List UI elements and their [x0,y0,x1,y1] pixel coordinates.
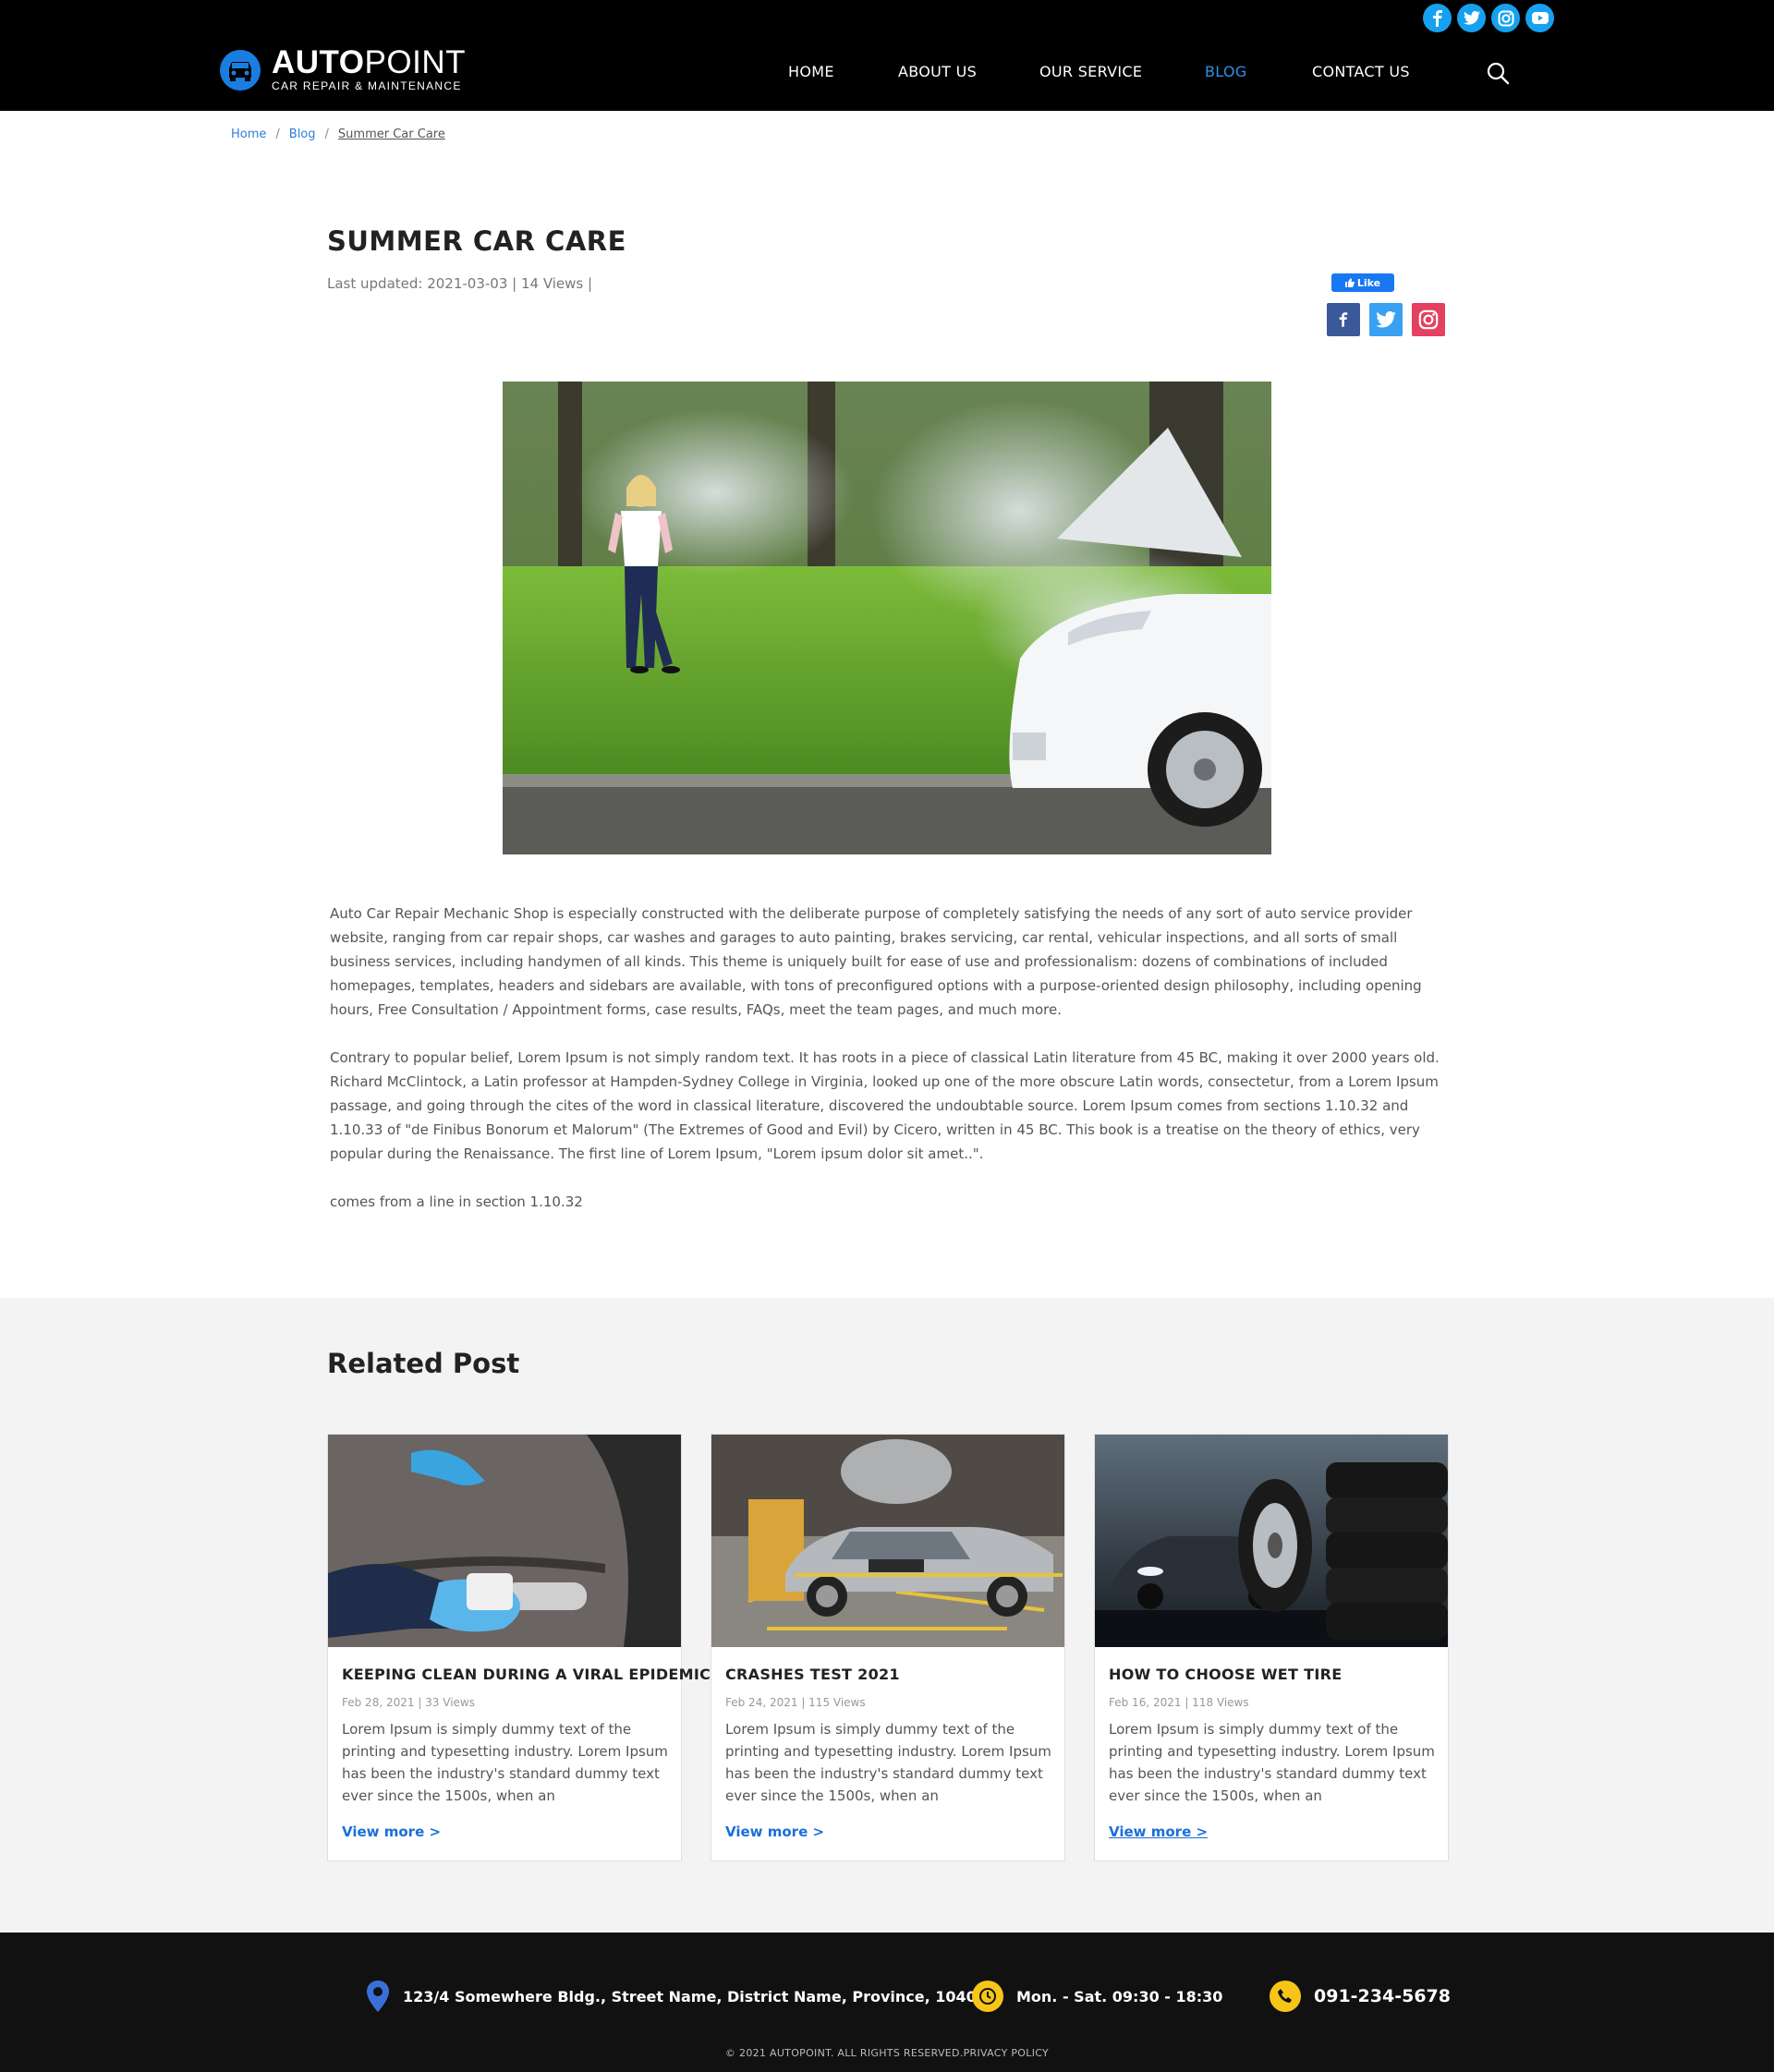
brand-tagline: CAR REPAIR & MAINTENANCE [272,79,462,92]
breadcrumb-blog[interactable]: Blog [289,127,316,141]
related-posts-section: Related Post KEEPING CLEAN DURING A VIRA… [0,1298,1774,1933]
article-paragraph: Contrary to popular belief, Lorem Ipsum … [330,1049,1440,1162]
thumbs-up-icon [1344,278,1355,287]
breadcrumb-current: Summer Car Care [337,127,445,141]
related-post-meta: Feb 16, 2021 | 118 Views [1109,1696,1249,1709]
article-paragraph: comes from a line in section 1.10.32 [330,1194,583,1210]
related-post-title[interactable]: KEEPING CLEAN DURING A VIRAL EPIDEMIC [342,1666,711,1683]
share-buttons [1327,303,1445,336]
phone-icon [1270,1981,1301,2012]
related-post-meta: Feb 24, 2021 | 115 Views [725,1696,866,1709]
related-post-excerpt: Lorem Ipsum is simply dummy text of the … [1109,1721,1435,1804]
related-post-meta: Feb 28, 2021 | 33 Views [342,1696,475,1709]
like-label: Like [1356,276,1381,289]
related-posts-title: Related Post [327,1348,520,1379]
related-post-excerpt: Lorem Ipsum is simply dummy text of the … [342,1721,668,1804]
car-logo-icon [220,50,261,91]
related-post-image [1095,1435,1448,1647]
nav-home[interactable]: HOME [788,63,834,80]
facebook-like-button[interactable]: Like [1331,273,1394,292]
related-post-title[interactable]: CRASHES TEST 2021 [725,1666,900,1683]
breadcrumb-separator: / [324,127,329,141]
instagram-icon[interactable] [1491,4,1520,32]
article-meta: Last updated: 2021-03-03 | 14 Views | [327,275,593,292]
breadcrumb: Home / Blog / Summer Car Care [231,127,445,141]
copyright-text: © 2021 AUTOPOINT. ALL RIGHTS RESERVED.PR… [724,2047,1050,2059]
breadcrumb-separator: / [275,127,280,141]
site-header: AUTOPOINT CAR REPAIR & MAINTENANCE HOME … [0,0,1774,111]
view-more-link[interactable]: View more > [1109,1824,1208,1840]
related-post-card[interactable]: HOW TO CHOOSE WET TIRE Feb 16, 2021 | 11… [1094,1434,1449,1861]
nav-blog[interactable]: BLOG [1205,63,1247,80]
footer-address: 123/4 Somewhere Bldg., Street Name, Dist… [366,1981,987,2012]
footer-hours: Mon. - Sat. 09:30 - 18:30 [972,1981,1222,2012]
site-footer: 123/4 Somewhere Bldg., Street Name, Dist… [0,1933,1774,2072]
nav-contact-us[interactable]: CONTACT US [1312,63,1410,80]
article-paragraph: Auto Car Repair Mechanic Shop is especia… [330,905,1422,1018]
view-more-link[interactable]: View more > [342,1824,441,1840]
article-title: SUMMER CAR CARE [327,225,626,257]
twitter-icon[interactable] [1457,4,1486,32]
article-body: Auto Car Repair Mechanic Shop is especia… [330,902,1450,1238]
related-post-image [711,1435,1064,1647]
site-logo[interactable]: AUTOPOINT CAR REPAIR & MAINTENANCE [220,44,466,92]
nav-our-service[interactable]: OUR SERVICE [1039,63,1142,80]
phone-text: 091-234-5678 [1314,1986,1451,2006]
share-facebook-icon[interactable] [1327,303,1360,336]
address-text: 123/4 Somewhere Bldg., Street Name, Dist… [403,1987,987,2005]
view-more-link[interactable]: View more > [725,1824,824,1840]
facebook-icon[interactable] [1423,4,1452,32]
related-post-card[interactable]: CRASHES TEST 2021 Feb 24, 2021 | 115 Vie… [711,1434,1065,1861]
search-icon[interactable] [1486,61,1510,85]
share-instagram-icon[interactable] [1412,303,1445,336]
breadcrumb-home[interactable]: Home [231,127,266,141]
related-post-card[interactable]: KEEPING CLEAN DURING A VIRAL EPIDEMIC Fe… [327,1434,711,1861]
header-social [1423,4,1554,32]
clock-icon [972,1981,1003,2012]
youtube-icon[interactable] [1525,4,1554,32]
related-post-image [328,1435,681,1647]
hours-text: Mon. - Sat. 09:30 - 18:30 [1016,1987,1223,2005]
share-twitter-icon[interactable] [1369,303,1403,336]
brand-name: AUTOPOINT [272,44,466,80]
related-post-title[interactable]: HOW TO CHOOSE WET TIRE [1109,1666,1342,1683]
article-hero-image [503,382,1271,854]
nav-about-us[interactable]: ABOUT US [898,63,977,80]
location-pin-icon [367,1981,389,2012]
related-post-excerpt: Lorem Ipsum is simply dummy text of the … [725,1721,1051,1804]
footer-phone[interactable]: 091-234-5678 [1270,1981,1451,2012]
